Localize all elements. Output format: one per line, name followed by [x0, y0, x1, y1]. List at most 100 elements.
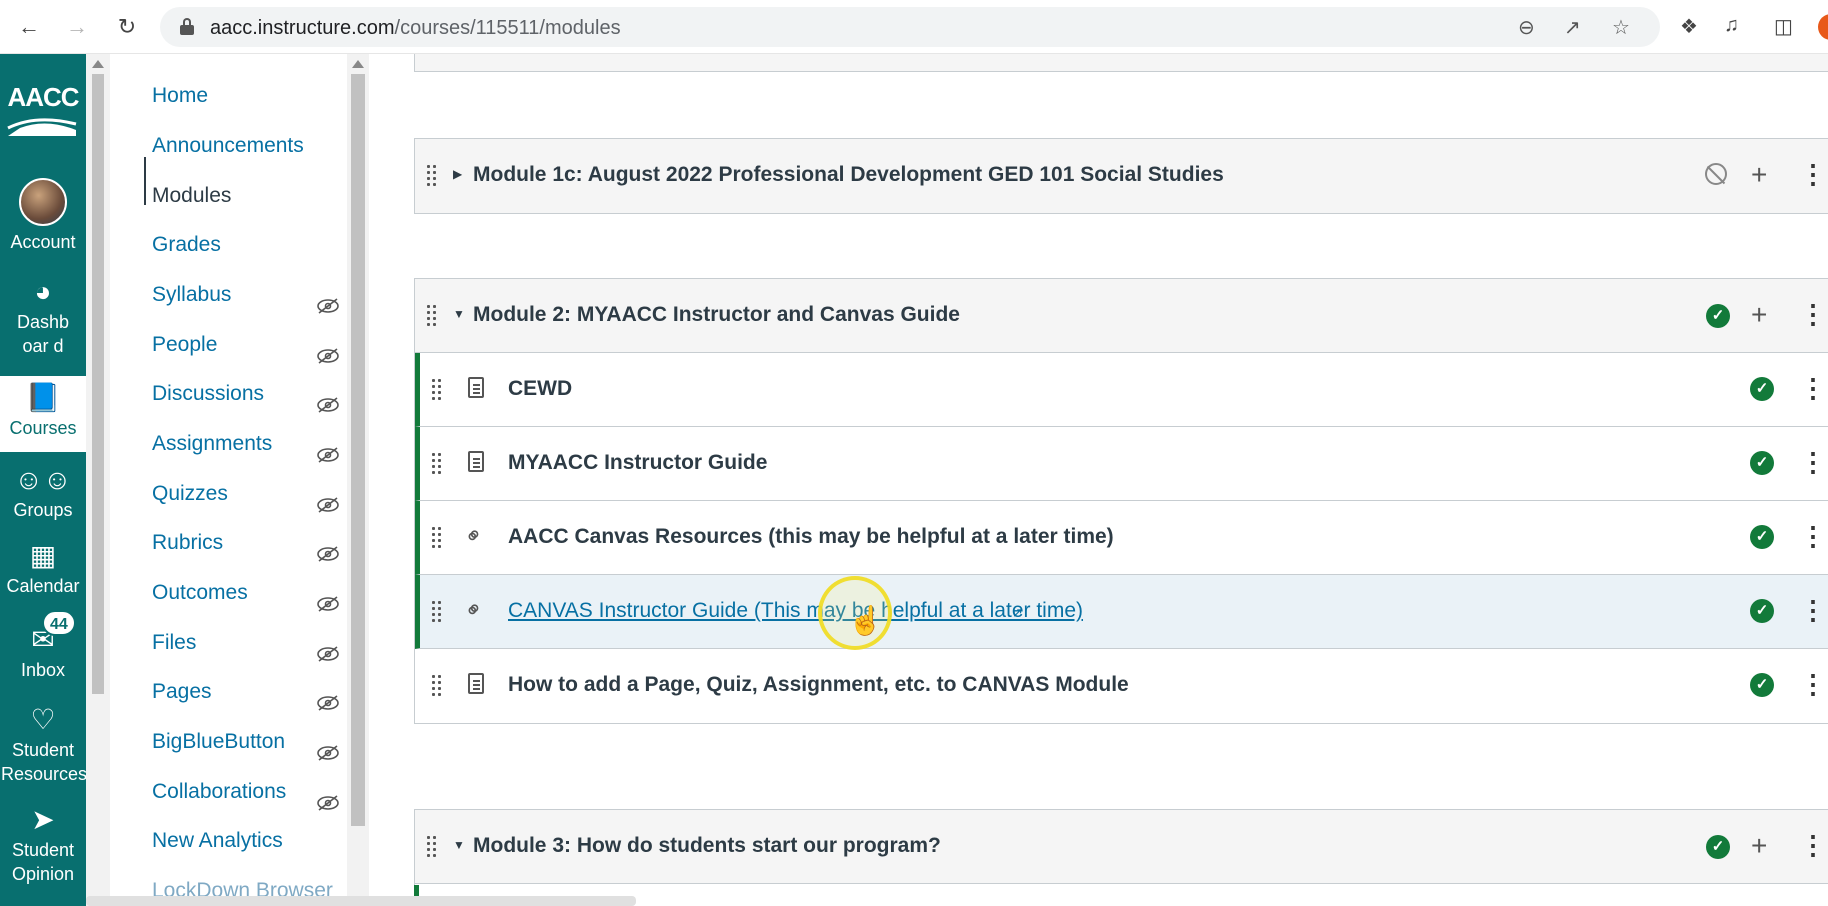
- media-icon[interactable]: ♫: [1724, 14, 1739, 37]
- course-nav-grades[interactable]: Grades: [152, 233, 221, 257]
- eye-hidden-icon: [317, 348, 339, 364]
- unpublished-icon[interactable]: [1705, 163, 1727, 185]
- horizontal-scrollbar[interactable]: [86, 896, 636, 906]
- module-item-title[interactable]: CEWD: [508, 377, 572, 401]
- course-nav-bigbluebutton[interactable]: BigBlueButton: [152, 730, 285, 754]
- gnav-label: Groups: [13, 500, 73, 520]
- star-icon[interactable]: ☆: [1612, 15, 1630, 40]
- module-item-link[interactable]: CANVAS Instructor Guide (This may be hel…: [508, 599, 1083, 623]
- published-check-icon[interactable]: ✓: [1750, 451, 1774, 475]
- module-header[interactable]: ▶ Module 1c: August 2022 Professional De…: [415, 139, 1828, 213]
- course-nav-modules[interactable]: Modules: [152, 184, 231, 208]
- logo-swoosh-icon: [7, 118, 77, 136]
- arrow-right-icon[interactable]: →: [62, 12, 92, 42]
- add-item-icon[interactable]: +: [1751, 161, 1767, 189]
- more-options-icon[interactable]: ⋮: [1800, 671, 1826, 697]
- eye-hidden-icon: [317, 695, 339, 711]
- more-options-icon[interactable]: ⋮: [1800, 301, 1826, 327]
- module-item[interactable]: ⚭ CANVAS Instructor Guide (This may be h…: [415, 575, 1828, 649]
- more-options-icon[interactable]: ⋮: [1800, 597, 1826, 623]
- caret-down-icon[interactable]: ▼: [453, 838, 465, 852]
- drag-handle-icon[interactable]: [432, 527, 444, 549]
- course-nav-home[interactable]: Home: [152, 84, 208, 108]
- drag-handle-icon[interactable]: [432, 601, 444, 623]
- gnav-student-resources[interactable]: ♡ Student Resources: [0, 704, 86, 790]
- external-link-icon: ↗: [1012, 605, 1023, 620]
- scroll-up-icon[interactable]: [352, 60, 364, 68]
- course-nav-scrollbar[interactable]: [347, 54, 369, 906]
- more-options-icon[interactable]: ⋮: [1800, 375, 1826, 401]
- share-icon[interactable]: ↗: [1564, 15, 1581, 40]
- course-nav-files[interactable]: Files: [152, 631, 196, 655]
- gnav-calendar[interactable]: ▦ Calendar: [0, 540, 86, 610]
- course-nav-announcements[interactable]: Announcements: [152, 134, 304, 158]
- module-item[interactable]: CEWD ✓ ⋮: [415, 353, 1828, 427]
- eye-hidden-icon: [317, 298, 339, 314]
- course-nav-assignments[interactable]: Assignments: [152, 432, 272, 456]
- published-check-icon[interactable]: ✓: [1750, 599, 1774, 623]
- caret-down-icon[interactable]: ▼: [453, 307, 465, 321]
- published-check-icon[interactable]: ✓: [1750, 673, 1774, 697]
- course-nav-new-analytics[interactable]: New Analytics: [152, 829, 283, 853]
- gnav-label: Account: [10, 232, 76, 252]
- module-title[interactable]: Module 3: How do students start our prog…: [473, 834, 941, 858]
- profile-avatar[interactable]: [1818, 14, 1828, 40]
- course-nav-discussions[interactable]: Discussions: [152, 382, 264, 406]
- course-nav-syllabus[interactable]: Syllabus: [152, 283, 231, 307]
- module-item[interactable]: How to add a Page, Quiz, Assignment, etc…: [415, 649, 1828, 723]
- drag-handle-icon[interactable]: [432, 675, 444, 697]
- scrollbar-thumb[interactable]: [92, 74, 104, 694]
- drag-handle-icon[interactable]: [432, 453, 444, 475]
- more-options-icon[interactable]: ⋮: [1800, 161, 1826, 187]
- arrow-left-icon[interactable]: ←: [14, 12, 44, 42]
- published-check-icon[interactable]: ✓: [1750, 377, 1774, 401]
- module-item[interactable]: MYAACC Instructor Guide ✓ ⋮: [415, 427, 1828, 501]
- module-item-title[interactable]: How to add a Page, Quiz, Assignment, etc…: [508, 673, 1129, 697]
- drag-handle-icon[interactable]: [432, 379, 444, 401]
- module-title[interactable]: Module 2: MYAACC Instructor and Canvas G…: [473, 303, 960, 327]
- published-check-icon[interactable]: ✓: [1750, 525, 1774, 549]
- published-check-icon[interactable]: ✓: [1706, 835, 1730, 859]
- side-panel-icon[interactable]: ◫: [1774, 14, 1793, 39]
- gnav-inbox[interactable]: ✉ 44 Inbox: [0, 610, 86, 694]
- module-item-title[interactable]: MYAACC Instructor Guide: [508, 451, 767, 475]
- module-title[interactable]: Module 1c: August 2022 Professional Deve…: [473, 163, 1224, 187]
- more-options-icon[interactable]: ⋮: [1800, 832, 1826, 858]
- add-item-icon[interactable]: +: [1751, 832, 1767, 860]
- extensions-icon[interactable]: ❖: [1680, 14, 1698, 39]
- module-header[interactable]: ▼ Module 3: How do students start our pr…: [415, 810, 1828, 884]
- scrollbar-thumb[interactable]: [351, 74, 365, 826]
- gnav-account[interactable]: Account: [0, 178, 86, 252]
- module-item-title[interactable]: AACC Canvas Resources (this may be helpf…: [508, 525, 1114, 549]
- course-nav-rubrics[interactable]: Rubrics: [152, 531, 223, 555]
- course-nav-pages[interactable]: Pages: [152, 680, 212, 704]
- gnav-student-opinion[interactable]: ➤ Student Opinion: [0, 804, 86, 904]
- course-nav-people[interactable]: People: [152, 333, 217, 357]
- scroll-up-icon[interactable]: [92, 60, 104, 68]
- course-nav-quizzes[interactable]: Quizzes: [152, 482, 228, 506]
- gnav-groups[interactable]: ☺☺ Groups: [0, 464, 86, 534]
- module-item[interactable]: ⚭ AACC Canvas Resources (this may be hel…: [415, 501, 1828, 575]
- drag-handle-icon[interactable]: [427, 165, 439, 187]
- gnav-courses[interactable]: 📘 Courses: [0, 376, 86, 452]
- aacc-logo[interactable]: AACC: [0, 82, 86, 113]
- course-nav-outcomes[interactable]: Outcomes: [152, 581, 248, 605]
- published-check-icon[interactable]: ✓: [1706, 304, 1730, 328]
- more-options-icon[interactable]: ⋮: [1800, 523, 1826, 549]
- modules-content: ▶ Module 1c: August 2022 Professional De…: [369, 54, 1828, 906]
- caret-right-icon[interactable]: ▶: [453, 167, 462, 181]
- drag-handle-icon[interactable]: [427, 305, 439, 327]
- reload-icon[interactable]: ↻: [112, 12, 142, 42]
- zoom-out-icon[interactable]: ⊖: [1518, 15, 1535, 40]
- module-header[interactable]: ▼ Module 2: MYAACC Instructor and Canvas…: [415, 279, 1828, 353]
- add-item-icon[interactable]: +: [1751, 301, 1767, 329]
- gnav-dashboard[interactable]: ◕ Dashboar d: [0, 276, 86, 362]
- more-options-icon[interactable]: ⋮: [1800, 449, 1826, 475]
- module-1c: ▶ Module 1c: August 2022 Professional De…: [414, 138, 1828, 214]
- address-bar[interactable]: aacc.instructure.com/courses/115511/modu…: [160, 7, 1660, 47]
- global-nav-scrollbar[interactable]: [86, 54, 110, 906]
- gnav-label: Courses: [9, 418, 77, 438]
- course-nav-collaborations[interactable]: Collaborations: [152, 780, 286, 804]
- speedometer-icon: ◕: [34, 276, 52, 307]
- drag-handle-icon[interactable]: [427, 836, 439, 858]
